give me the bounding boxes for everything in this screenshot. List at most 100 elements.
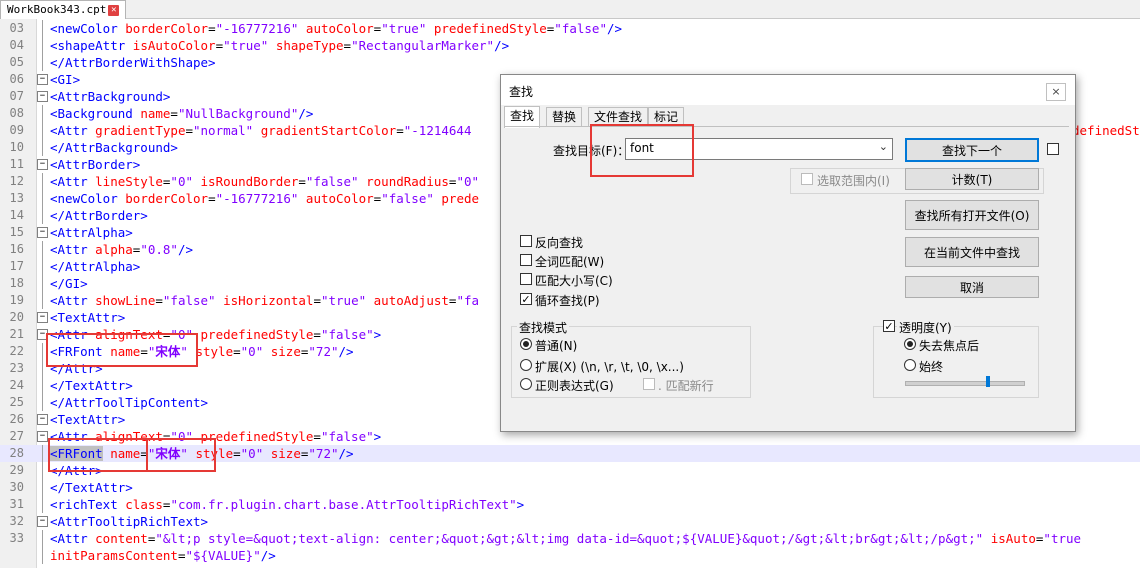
fold-guide [42, 275, 43, 292]
code-token: = [208, 191, 216, 206]
line-number: 08 [9, 106, 24, 120]
code-token: gradientStartColor [260, 123, 397, 138]
code-token: <Attr [50, 293, 96, 308]
transparency-slider-track[interactable] [905, 381, 1025, 386]
fold-toggle-icon[interactable]: − [37, 312, 48, 323]
in-selection-checkbox[interactable] [801, 173, 813, 185]
line-number: 14 [9, 208, 24, 222]
fold-guide [42, 20, 43, 37]
fold-toggle-icon[interactable]: − [37, 227, 48, 238]
code-token: <TextAttr> [50, 412, 126, 427]
code-text: <Attr content="&lt;p style=&quot;text-al… [50, 530, 1081, 547]
code-text: <AttrBorder> [50, 156, 140, 173]
close-tab-icon[interactable]: ✕ [108, 4, 120, 16]
extra-checkbox[interactable] [1047, 143, 1059, 155]
code-token: </AttrAlpha> [50, 259, 141, 274]
always-radio[interactable] [904, 359, 916, 371]
find-next-button[interactable]: 查找下一个 [905, 138, 1039, 162]
code-line[interactable]: 31 <richText class="com.fr.plugin.chart.b… [0, 496, 1140, 513]
tab-bar: WorkBook343.cpt ✕ [0, 0, 1140, 19]
code-token: size [270, 344, 301, 359]
code-token: = [313, 429, 321, 444]
code-token: "72" [308, 446, 339, 461]
code-token: "normal" [193, 123, 254, 138]
line-number: 19 [9, 293, 24, 307]
fold-toggle-icon[interactable]: − [37, 91, 48, 102]
fold-guide [42, 37, 43, 54]
fold-toggle-icon[interactable]: − [37, 414, 48, 425]
line-number: 17 [9, 259, 24, 273]
fold-guide [42, 343, 43, 360]
code-line[interactable]: 33 <Attr content="&lt;p style=&quot;text-… [0, 530, 1140, 547]
transparency-label: 透明度(Y) [897, 319, 954, 336]
fold-guide [42, 479, 43, 496]
code-line[interactable]: initParamsContent="${VALUE}"/> [0, 547, 1140, 564]
code-line[interactable]: 04 <shapeAttr isAutoColor="true" shapeTyp… [0, 37, 1140, 54]
line-number: 15 [9, 225, 24, 239]
code-text: <Background name="NullBackground"/> [50, 105, 313, 122]
code-token: "0" [170, 174, 193, 189]
overflow-text: definedSt [1072, 123, 1140, 138]
mode-regex-radio[interactable] [520, 378, 532, 390]
on-lose-focus-label: 失去焦点后 [919, 339, 980, 353]
count-button[interactable]: 计数(T) [905, 168, 1039, 190]
mode-normal-radio[interactable] [520, 338, 532, 350]
tab-replace[interactable]: 替换 [546, 107, 583, 127]
line-number: 23 [9, 361, 24, 375]
code-text: <newColor borderColor="-16777216" autoCo… [50, 20, 622, 37]
code-token: = [215, 38, 224, 53]
fold-toggle-icon[interactable]: − [37, 431, 48, 442]
fold-guide [42, 139, 43, 156]
code-text: <TextAttr> [50, 309, 125, 326]
code-line[interactable]: 05 </AttrBorderWithShape> [0, 54, 1140, 71]
tab-find[interactable]: 查找 [504, 106, 541, 128]
fold-toggle-icon[interactable]: − [37, 159, 48, 170]
fold-toggle-icon[interactable]: − [37, 74, 48, 85]
in-selection-label: 选取范围内(I) [817, 174, 890, 188]
find-all-open-button[interactable]: 查找所有打开文件(O) [905, 200, 1039, 230]
cancel-button[interactable]: 取消 [905, 276, 1039, 298]
transparency-checkbox[interactable]: ✓ [883, 320, 895, 332]
code-text: <Attr showLine="false" isHorizontal="tru… [50, 292, 479, 309]
code-line[interactable]: 30 </TextAttr> [0, 479, 1140, 496]
code-token: isAuto [990, 531, 1036, 546]
transparency-slider-thumb[interactable] [986, 376, 990, 387]
code-token: "com.fr.plugin.chart.base.AttrTooltipRic… [170, 497, 517, 512]
code-token: prede [441, 191, 480, 206]
on-lose-focus-radio[interactable] [904, 338, 916, 350]
code-text: <AttrAlpha> [50, 224, 133, 241]
find-dialog: 查找 × 查找 替换 文件查找 标记 查找目标(F)： font ⌄ 查找下一个… [500, 74, 1076, 432]
fold-toggle-icon[interactable]: − [37, 516, 48, 527]
code-token: <TextAttr> [50, 310, 126, 325]
code-token: "false" [162, 293, 216, 308]
code-token: roundRadius [366, 174, 449, 189]
code-text: initParamsContent="${VALUE}"/> [50, 547, 276, 564]
dot-newline-checkbox[interactable] [643, 378, 655, 390]
code-token: style [195, 344, 234, 359]
mode-extended-radio[interactable] [520, 359, 532, 371]
code-line[interactable]: 32 − <AttrTooltipRichText> [0, 513, 1140, 530]
close-dialog-button[interactable]: × [1046, 83, 1066, 101]
code-token: </TextAttr> [50, 378, 133, 393]
code-text: <Attr alpha="0.8"/> [50, 241, 193, 258]
code-token: isAutoColor [132, 38, 216, 53]
wrap-around-checkbox[interactable]: ✓ [520, 293, 532, 305]
code-token: > [373, 429, 382, 444]
file-tab[interactable]: WorkBook343.cpt ✕ [0, 0, 127, 19]
find-current-file-button[interactable]: 在当前文件中查找 [905, 237, 1039, 267]
code-text: <shapeAttr isAutoColor="true" shapeType=… [50, 37, 509, 54]
code-text: <Attr lineStyle="0" isRoundBorder="false… [50, 173, 479, 190]
whole-word-checkbox[interactable] [520, 254, 532, 266]
code-token: autoColor [305, 21, 374, 36]
reverse-search-checkbox[interactable] [520, 235, 532, 247]
fold-guide [42, 207, 43, 224]
match-case-checkbox[interactable] [520, 273, 532, 285]
code-text: <AttrBackground> [50, 88, 170, 105]
chevron-down-icon[interactable]: ⌄ [879, 140, 888, 153]
code-line[interactable]: 03 <newColor borderColor="-16777216" auto… [0, 20, 1140, 37]
search-mode-title: 查找模式 [517, 319, 570, 336]
code-text: </AttrBorder> [50, 207, 148, 224]
code-text: <newColor borderColor="-16777216" autoCo… [50, 190, 479, 207]
